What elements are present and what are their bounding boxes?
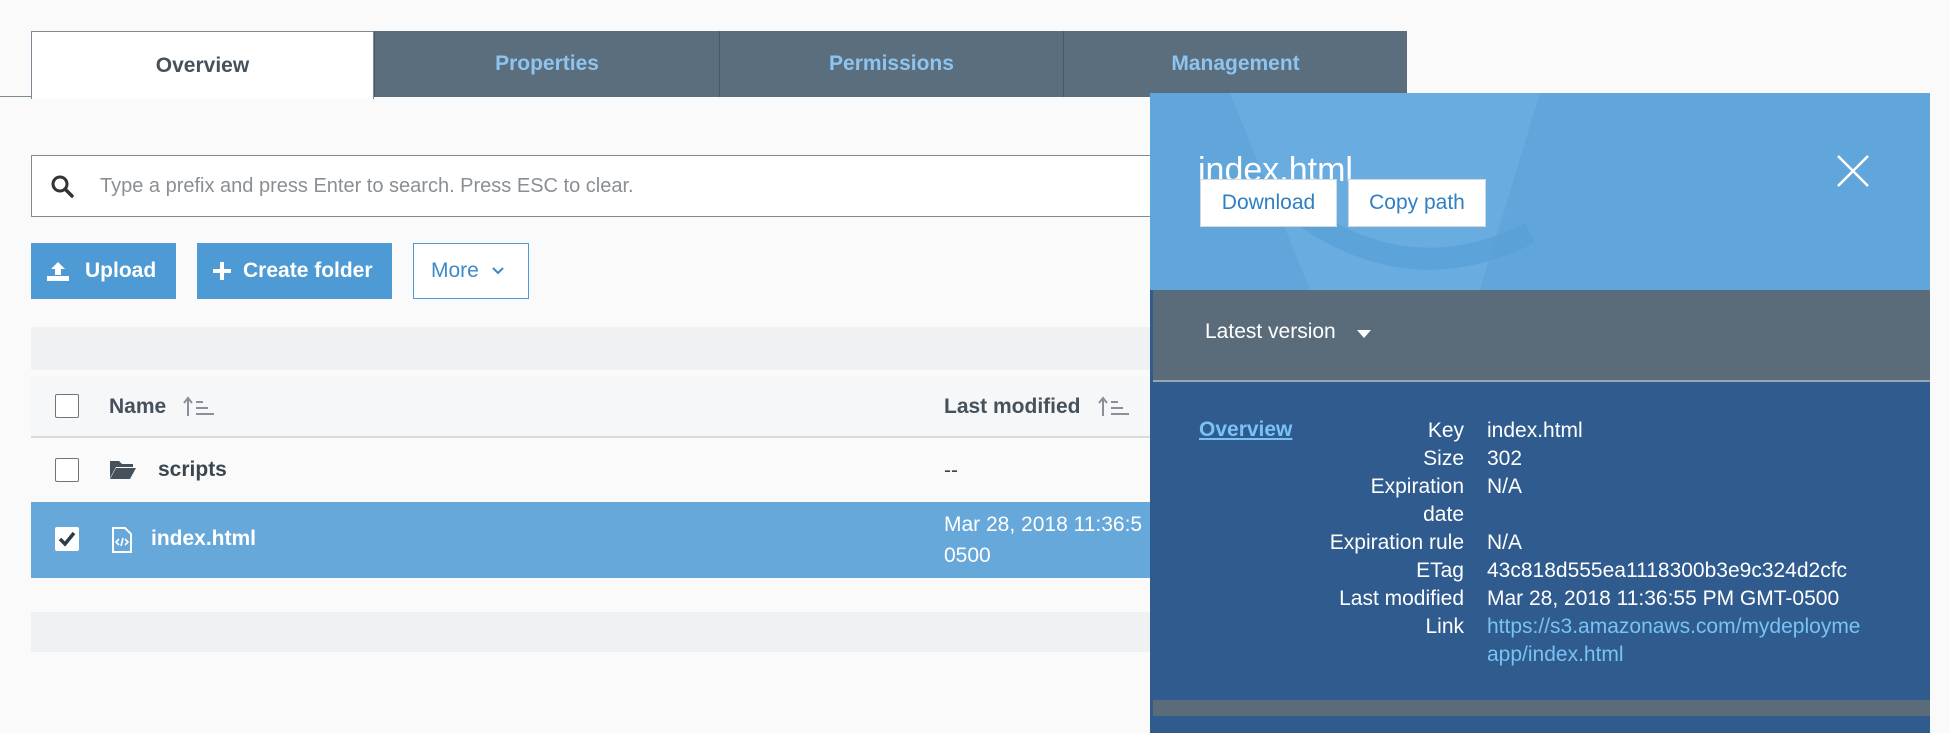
table-bottom-stripe	[31, 612, 1151, 652]
version-selector[interactable]: Latest version	[1153, 290, 1930, 382]
property-value: Mar 28, 2018 11:36:55 PM GMT-0500	[1487, 587, 1840, 610]
column-header-last-modified: Last modified	[944, 395, 1081, 418]
property-value: 43c818d555ea1118300b3e9c324d2cfc	[1487, 559, 1848, 582]
column-header-name: Name	[109, 395, 167, 418]
create-folder-button[interactable]: Create folder	[197, 243, 392, 299]
row-name[interactable]: scripts	[158, 458, 227, 482]
property-key: Last modified	[1339, 587, 1464, 610]
upload-icon	[47, 262, 69, 281]
panel-footer-bar	[1153, 700, 1930, 716]
object-url-link-continued[interactable]: app/index.html	[1487, 641, 1624, 669]
table-row[interactable]: index.html Mar 28, 2018 11:36:5 0500	[31, 502, 1151, 578]
search-input[interactable]: Type a prefix and press Enter to search.…	[31, 155, 1171, 217]
version-label: Latest version	[1205, 320, 1336, 343]
plus-icon	[213, 262, 231, 280]
property-key: Size	[1423, 447, 1464, 470]
row-last-modified-line2: 0500	[944, 544, 991, 567]
property-key: Key	[1427, 419, 1464, 442]
sort-icon[interactable]	[1098, 396, 1132, 418]
download-button[interactable]: Download	[1200, 179, 1337, 227]
property-key: Link	[1425, 615, 1464, 638]
table-header: Name Last modified	[31, 376, 1151, 438]
table-top-stripe	[31, 327, 1151, 370]
caret-down-icon	[1357, 330, 1371, 338]
row-last-modified: --	[944, 459, 958, 482]
tab-management[interactable]: Management	[1063, 31, 1407, 97]
select-all-checkbox[interactable]	[55, 394, 79, 418]
upload-button[interactable]: Upload	[31, 243, 176, 299]
tab-permissions[interactable]: Permissions	[719, 31, 1063, 97]
row-checkbox[interactable]	[55, 458, 79, 482]
search-placeholder: Type a prefix and press Enter to search.…	[100, 175, 634, 197]
row-name[interactable]: index.html	[151, 527, 256, 551]
create-folder-label: Create folder	[243, 259, 373, 282]
object-url-link[interactable]: https://s3.amazonaws.com/mydeployme	[1487, 613, 1861, 641]
row-checkbox-checked[interactable]	[55, 527, 79, 551]
property-value: N/A	[1487, 475, 1523, 498]
property-key: ETag	[1416, 559, 1464, 582]
row-last-modified-line1: Mar 28, 2018 11:36:5	[944, 513, 1143, 536]
upload-label: Upload	[85, 259, 157, 282]
checkmark-icon	[58, 531, 76, 547]
file-code-icon	[112, 527, 132, 553]
tab-overview[interactable]: Overview	[31, 31, 374, 99]
close-icon[interactable]	[1836, 154, 1870, 188]
property-key: Expiration rule	[1329, 531, 1464, 554]
more-label: More	[431, 259, 479, 282]
tab-properties[interactable]: Properties	[374, 31, 719, 97]
property-value: 302	[1487, 447, 1523, 470]
copy-path-button[interactable]: Copy path	[1348, 179, 1486, 227]
property-key: Expiration	[1370, 475, 1464, 498]
sort-icon[interactable]	[183, 396, 217, 418]
property-value: N/A	[1487, 531, 1523, 554]
table-row[interactable]: scripts --	[31, 440, 1151, 500]
property-value: index.html	[1487, 419, 1583, 442]
more-button[interactable]: More	[413, 243, 529, 299]
search-icon	[51, 175, 74, 198]
folder-icon	[110, 461, 136, 479]
property-key-continued: date	[1423, 503, 1464, 526]
chevron-down-icon	[492, 267, 504, 275]
